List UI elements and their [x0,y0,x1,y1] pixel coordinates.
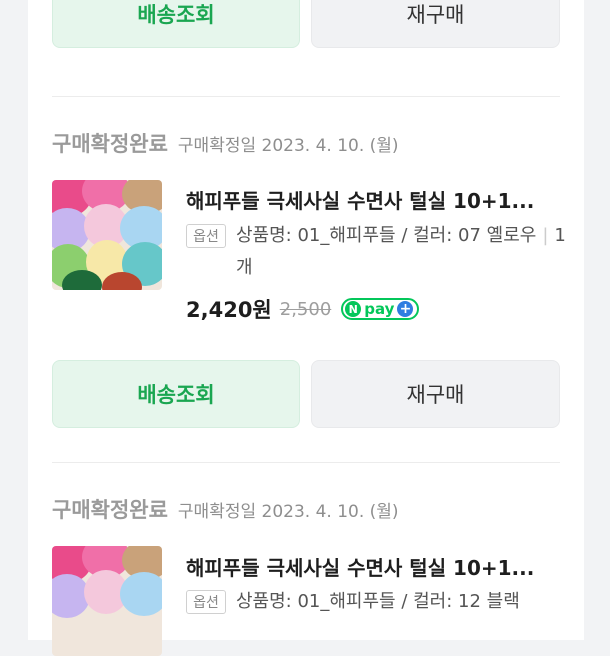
order-status: 구매확정완료 [52,498,168,522]
option-badge: 옵션 [186,590,226,614]
order-status-line: 구매확정완료 구매확정일 2023. 4. 10. (월) [52,494,399,524]
rebuy-button[interactable]: 재구매 [311,0,560,48]
option-text: 상품명: 01_해피푸들 / 컬러: 07 옐로우 | 1개 [236,220,566,284]
original-price: 2,500 [279,298,332,320]
product-thumbnail[interactable] [52,546,162,656]
separator: | [542,225,549,246]
track-delivery-button[interactable]: 배송조회 [52,360,300,428]
naver-n-icon: N [345,301,362,317]
divider [52,96,560,97]
sale-price: 2,420원 [186,298,272,322]
order-status: 구매확정완료 [52,132,168,156]
product-name[interactable]: 해피푸들 극세사실 수면사 털실 10+1... [186,552,566,581]
npay-badge: Npay + [341,298,420,320]
plus-icon: + [397,301,414,317]
divider [52,462,560,463]
top-button-row: 배송조회 재구매 [52,0,560,48]
price-line: 2,420원 2,500 Npay + [186,294,420,324]
product-name[interactable]: 해피푸들 극세사실 수면사 털실 10+1... [186,185,566,214]
confirm-date: 구매확정일 2023. 4. 10. (월) [177,502,399,522]
option-badge: 옵션 [186,224,226,248]
confirm-date: 구매확정일 2023. 4. 10. (월) [177,136,399,156]
track-delivery-button[interactable]: 배송조회 [52,0,300,48]
rebuy-button[interactable]: 재구매 [311,360,560,428]
order-button-row: 배송조회 재구매 [52,360,560,428]
option-value: 상품명: 01_해피푸들 / 컬러: 07 옐로우 [236,225,537,246]
option-text: 상품명: 01_해피푸들 / 컬러: 12 블랙 [236,591,520,612]
order-status-line: 구매확정완료 구매확정일 2023. 4. 10. (월) [52,128,399,158]
product-thumbnail[interactable] [52,180,162,290]
order-list-card: 배송조회 재구매 구매확정완료 구매확정일 2023. 4. 10. (월) 해… [28,0,584,656]
npay-label: pay [364,300,395,318]
